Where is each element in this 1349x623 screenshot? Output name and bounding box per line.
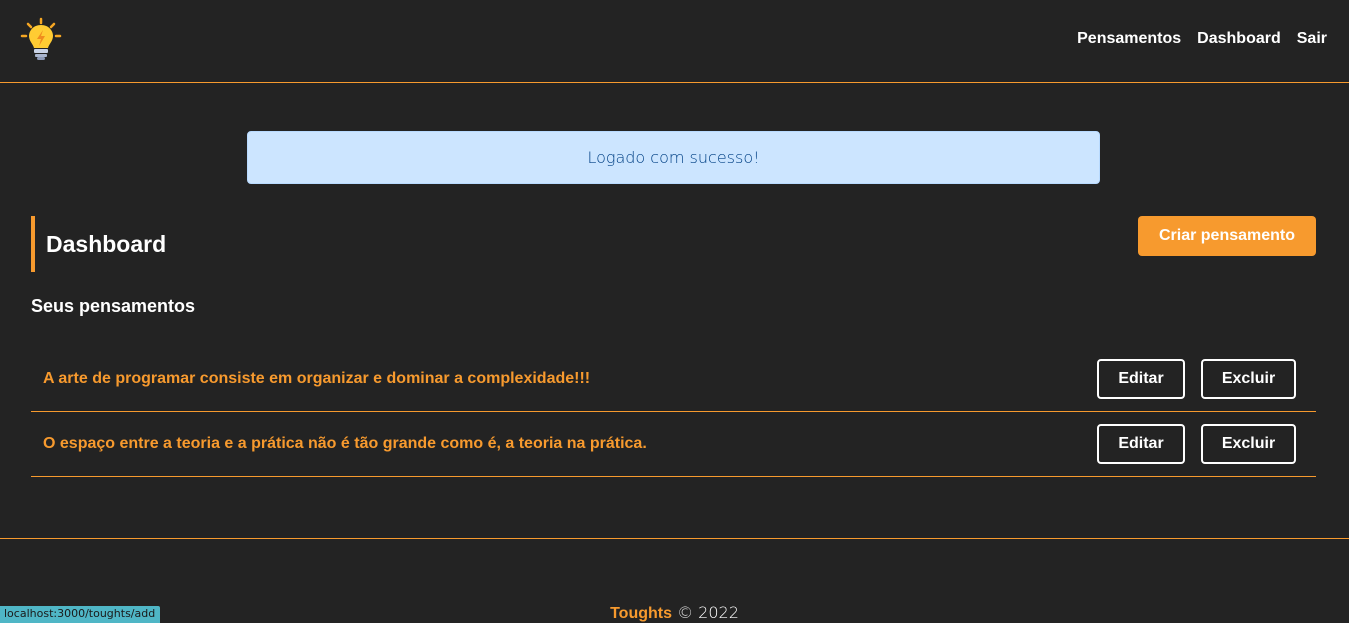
footer-divider	[0, 538, 1349, 539]
footer-copyright: © 2022	[677, 603, 739, 622]
create-thought-button[interactable]: Criar pensamento	[1138, 216, 1316, 256]
lightbulb-icon[interactable]	[20, 17, 62, 61]
thought-text: A arte de programar consiste em organiza…	[43, 370, 591, 387]
footer: Toughts © 2022	[0, 603, 1349, 623]
thought-list: A arte de programar consiste em organiza…	[31, 347, 1316, 477]
row-actions: Editar Excluir	[1097, 424, 1296, 464]
nav-link-dashboard[interactable]: Dashboard	[1197, 30, 1281, 48]
list-item: O espaço entre a teoria e a prática não …	[31, 412, 1316, 477]
delete-button[interactable]: Excluir	[1201, 424, 1296, 464]
navbar: Pensamentos Dashboard Sair	[0, 0, 1349, 83]
nav-link-sair[interactable]: Sair	[1297, 30, 1327, 48]
page-title: Dashboard	[46, 230, 167, 257]
status-bar-url: localhost:3000/toughts/add	[0, 606, 161, 623]
list-item: A arte de programar consiste em organiza…	[31, 347, 1316, 412]
section-subtitle: Seus pensamentos	[31, 296, 196, 316]
footer-brand: Toughts	[610, 605, 672, 622]
edit-button[interactable]: Editar	[1097, 424, 1185, 464]
nav-links: Pensamentos Dashboard Sair	[1077, 30, 1327, 48]
thought-text: O espaço entre a teoria e a prática não …	[43, 435, 647, 452]
delete-button[interactable]: Excluir	[1201, 359, 1296, 399]
flash-message: Logado com sucesso!	[247, 131, 1100, 184]
edit-button[interactable]: Editar	[1097, 359, 1185, 399]
title-container: Dashboard	[31, 216, 166, 272]
row-actions: Editar Excluir	[1097, 359, 1296, 399]
nav-link-pensamentos[interactable]: Pensamentos	[1077, 30, 1181, 48]
